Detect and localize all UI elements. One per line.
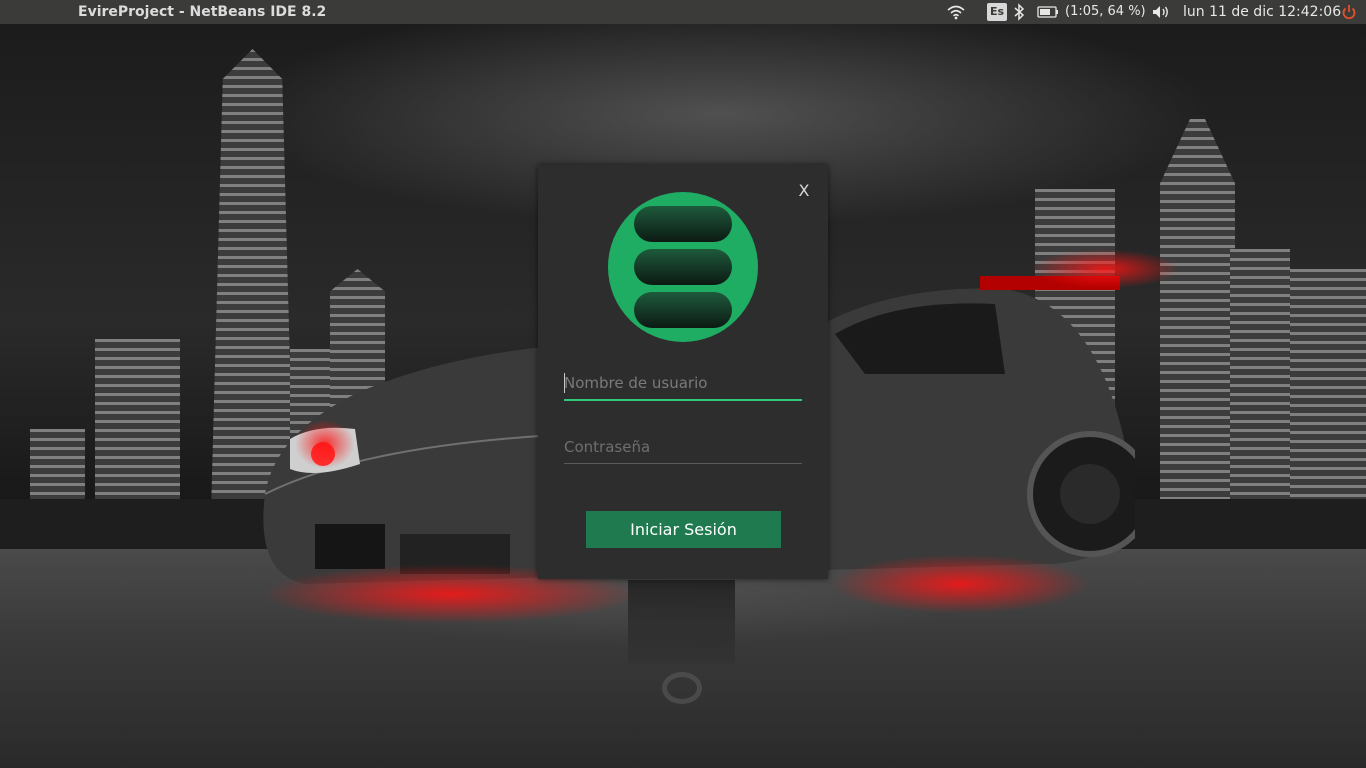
keyboard-layout-indicator[interactable]: Es: [987, 3, 1007, 21]
database-logo-icon: [608, 192, 758, 342]
top-panel: EvireProject - NetBeans IDE 8.2 Es (1:05…: [0, 0, 1366, 24]
wifi-icon[interactable]: [946, 0, 966, 24]
dialog-shadow-remnant: [628, 580, 735, 665]
wallpaper-ring-shape: [662, 672, 702, 704]
battery-status-text: (1:05, 64 %): [1065, 4, 1146, 19]
bluetooth-icon[interactable]: [1012, 0, 1026, 24]
login-dialog: X Iniciar Sesión: [538, 165, 828, 579]
text-caret: [564, 373, 565, 393]
wallpaper-building: [1160, 119, 1235, 549]
username-input[interactable]: [564, 367, 802, 401]
power-icon[interactable]: [1341, 0, 1357, 24]
password-input[interactable]: [564, 430, 802, 464]
volume-icon[interactable]: [1151, 0, 1171, 24]
active-app-title: EvireProject - NetBeans IDE 8.2: [78, 4, 327, 20]
close-button[interactable]: X: [796, 181, 812, 201]
battery-icon[interactable]: [1037, 0, 1059, 24]
login-button[interactable]: Iniciar Sesión: [586, 511, 781, 548]
wallpaper-red-light: [1030, 249, 1180, 289]
wallpaper-red-light: [295, 419, 355, 469]
wallpaper-red-light: [830, 554, 1090, 614]
clock[interactable]: lun 11 de dic 12:42:06: [1183, 0, 1341, 24]
